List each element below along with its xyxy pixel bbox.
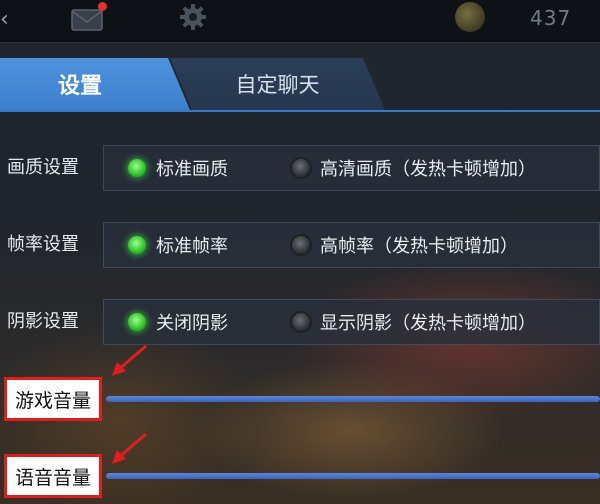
- tab-settings[interactable]: 设置: [0, 58, 190, 110]
- radio-unselected-icon[interactable]: [292, 236, 310, 254]
- graphics-quality-label: 画质设置: [7, 157, 79, 178]
- radio-unselected-icon[interactable]: [292, 313, 310, 331]
- option-label: 标准画质: [156, 159, 228, 180]
- standard-quality-option[interactable]: 标准画质: [128, 145, 228, 191]
- shadow-off-option[interactable]: 关闭阴影: [128, 299, 228, 345]
- notification-dot: [98, 2, 107, 11]
- gear-icon[interactable]: [178, 2, 208, 32]
- game-volume-label: 游戏音量: [4, 377, 102, 421]
- hd-quality-option[interactable]: 高清画质（发热卡顿增加）: [292, 145, 536, 191]
- shadow-row: 阴影设置 关闭阴影 显示阴影（发热卡顿增加）: [0, 299, 600, 345]
- radio-selected-icon[interactable]: [128, 313, 146, 331]
- annotation-arrow: [112, 432, 147, 464]
- tab-custom-chat[interactable]: 自定聊天: [170, 58, 385, 110]
- game-volume-slider[interactable]: [106, 396, 600, 402]
- shadow-label: 阴影设置: [7, 311, 79, 332]
- option-label: 高清画质（发热卡顿增加）: [320, 159, 536, 180]
- radio-selected-icon[interactable]: [128, 159, 146, 177]
- option-label: 标准帧率: [156, 236, 228, 257]
- graphics-quality-row: 画质设置 标准画质 高清画质（发热卡顿增加）: [0, 145, 600, 191]
- option-label: 高帧率（发热卡顿增加）: [320, 236, 518, 257]
- annotation-arrow: [112, 344, 147, 376]
- voice-volume-label: 语音音量: [4, 454, 102, 498]
- chevron-left-icon[interactable]: ‹: [0, 6, 12, 34]
- shadow-on-option[interactable]: 显示阴影（发热卡顿增加）: [292, 299, 536, 345]
- frame-rate-row: 帧率设置 标准帧率 高帧率（发热卡顿增加）: [0, 222, 600, 268]
- radio-selected-icon[interactable]: [128, 236, 146, 254]
- voice-volume-slider[interactable]: [106, 473, 600, 479]
- tab-underline: [0, 110, 600, 112]
- option-label: 显示阴影（发热卡顿增加）: [320, 313, 536, 334]
- radio-unselected-icon[interactable]: [292, 159, 310, 177]
- tab-bar: 自定聊天 设置: [0, 58, 600, 112]
- standard-frame-rate-option[interactable]: 标准帧率: [128, 222, 228, 268]
- top-bar: ‹ 437: [0, 0, 600, 43]
- high-frame-rate-option[interactable]: 高帧率（发热卡顿增加）: [292, 222, 518, 268]
- option-label: 关闭阴影: [156, 313, 228, 334]
- coin-icon: [455, 2, 485, 32]
- frame-rate-label: 帧率设置: [7, 234, 79, 255]
- coin-count: 437: [530, 6, 572, 30]
